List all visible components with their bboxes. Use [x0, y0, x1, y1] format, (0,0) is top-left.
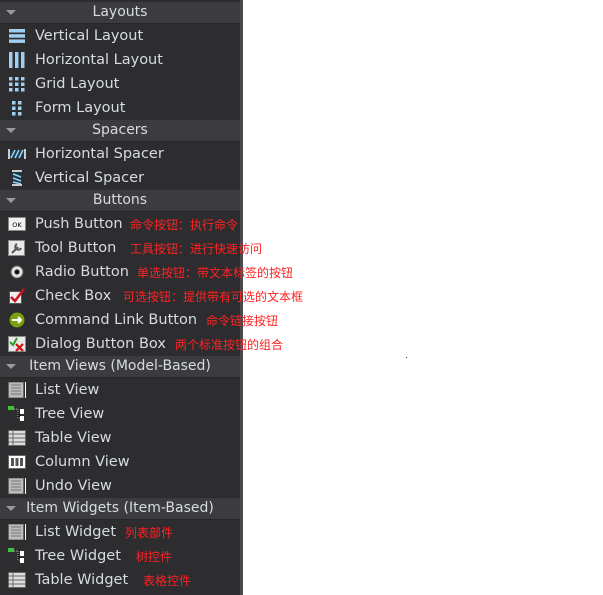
- tree-widget-icon: [8, 548, 24, 563]
- item-label: Dialog Button Box: [35, 336, 166, 352]
- category-header-layouts[interactable]: Layouts: [0, 2, 240, 24]
- widget-item-horizontal-layout[interactable]: Horizontal Layout: [0, 48, 240, 72]
- item-label: Undo View: [35, 478, 112, 494]
- collapse-triangle-icon[interactable]: [6, 198, 16, 203]
- annotation-note: 工具按钮：进行快速访问: [130, 242, 263, 256]
- svg-text:OK: OK: [12, 221, 22, 229]
- column-view-icon: [8, 455, 26, 469]
- item-label: Radio Button: [35, 264, 129, 280]
- vertical-layout-icon: [9, 29, 25, 43]
- widget-item-dialog-button-box[interactable]: Dialog Button Box 两个标准按钮的组合: [0, 332, 283, 356]
- undo-view-icon: [8, 478, 26, 494]
- widget-item-vertical-spacer[interactable]: Vertical Spacer: [0, 166, 240, 190]
- item-label: Form Layout: [35, 100, 126, 116]
- item-label: Vertical Layout: [35, 28, 144, 44]
- dialog-button-box-icon: [8, 336, 26, 352]
- form-layout-icon: [12, 101, 22, 116]
- check-box-icon: [9, 288, 25, 304]
- item-label: Tree View: [35, 406, 105, 422]
- item-label: Command Link Button: [35, 312, 198, 328]
- category-header-item-views[interactable]: Item Views (Model-Based): [0, 356, 240, 378]
- collapse-triangle-icon[interactable]: [6, 128, 16, 133]
- widget-item-list-view[interactable]: List View: [0, 378, 240, 402]
- widget-item-radio-button[interactable]: Radio Button 单选按钮：带文本标签的按钮: [0, 260, 293, 284]
- collapse-triangle-icon[interactable]: [6, 506, 16, 511]
- item-label: Column View: [35, 454, 130, 470]
- item-label: List View: [35, 382, 100, 398]
- grid-layout-icon: [9, 77, 25, 92]
- category-title: Spacers: [92, 122, 148, 138]
- annotation-note: 可选按钮：提供带有可选的文本框: [123, 290, 304, 304]
- radio-button-icon: [10, 265, 24, 279]
- widget-item-check-box[interactable]: Check Box 可选按钮：提供带有可选的文本框: [0, 284, 303, 308]
- category-title: Buttons: [92, 192, 148, 208]
- widget-item-horizontal-spacer[interactable]: Horizontal Spacer: [0, 142, 240, 166]
- category-header-buttons[interactable]: Buttons: [0, 190, 240, 212]
- widget-item-undo-view[interactable]: Undo View: [0, 474, 240, 498]
- push-button-icon: OK: [8, 217, 26, 231]
- category-title: Item Views (Model-Based): [29, 358, 211, 374]
- widget-item-command-link-button[interactable]: Command Link Button 命令链接按钮: [0, 308, 278, 332]
- annotation-note: 命令按钮：执行命令: [130, 218, 239, 232]
- annotation-note: 树控件: [136, 550, 173, 564]
- tree-view-icon: [8, 406, 24, 421]
- widget-item-tree-view[interactable]: Tree View: [0, 402, 240, 426]
- item-label: Horizontal Layout: [35, 52, 163, 68]
- item-label: Push Button: [35, 216, 123, 232]
- widget-item-table-view[interactable]: Table View: [0, 426, 240, 450]
- widget-item-vertical-layout[interactable]: Vertical Layout: [0, 24, 240, 48]
- item-label: Vertical Spacer: [35, 170, 145, 186]
- category-header-item-widgets[interactable]: Item Widgets (Item-Based): [0, 498, 240, 520]
- widget-item-tool-button[interactable]: Tool Button 工具按钮：进行快速访问: [0, 236, 262, 260]
- tool-button-icon: [8, 240, 25, 256]
- collapse-triangle-icon[interactable]: [6, 364, 16, 369]
- widget-item-tree-widget[interactable]: Tree Widget 树控件: [0, 544, 240, 568]
- horizontal-spacer-icon: [8, 149, 26, 159]
- list-widget-icon: [8, 524, 26, 540]
- item-label: Horizontal Spacer: [35, 146, 164, 162]
- widget-item-column-view[interactable]: Column View: [0, 450, 240, 474]
- item-label: Table Widget: [35, 572, 129, 588]
- item-label: Tree Widget: [35, 548, 121, 564]
- annotation-note: 命令链接按钮: [206, 314, 279, 328]
- command-link-icon: [9, 312, 25, 328]
- annotation-note: 列表部件: [125, 526, 174, 540]
- widget-item-grid-layout[interactable]: Grid Layout: [0, 72, 240, 96]
- item-label: List Widget: [35, 524, 117, 540]
- item-label: Check Box: [35, 288, 112, 304]
- widget-box-panel: Layouts Vertical Layout Horizontal Layou…: [0, 0, 303, 595]
- list-view-icon: [8, 382, 26, 398]
- item-label: Grid Layout: [35, 76, 120, 92]
- annotation-note: 表格控件: [143, 574, 192, 588]
- category-title: Layouts: [92, 4, 148, 20]
- vertical-spacer-icon: [12, 170, 22, 186]
- stray-dot: [406, 357, 407, 358]
- item-label: Table View: [35, 430, 112, 446]
- item-label: Tool Button: [35, 240, 117, 256]
- annotation-note: 两个标准按钮的组合: [175, 338, 284, 352]
- horizontal-layout-icon: [9, 52, 25, 68]
- collapse-triangle-icon[interactable]: [6, 10, 16, 15]
- table-widget-icon: [8, 572, 26, 588]
- annotation-note: 单选按钮：带文本标签的按钮: [137, 266, 294, 280]
- widget-item-form-layout[interactable]: Form Layout: [0, 96, 240, 120]
- widget-item-table-widget[interactable]: Table Widget 表格控件: [0, 568, 240, 592]
- widget-item-push-button[interactable]: OK Push Button 命令按钮：执行命令: [0, 212, 240, 236]
- category-title: Item Widgets (Item-Based): [26, 500, 214, 516]
- table-view-icon: [8, 430, 26, 446]
- category-header-spacers[interactable]: Spacers: [0, 120, 240, 142]
- widget-item-list-widget[interactable]: List Widget 列表部件: [0, 520, 240, 544]
